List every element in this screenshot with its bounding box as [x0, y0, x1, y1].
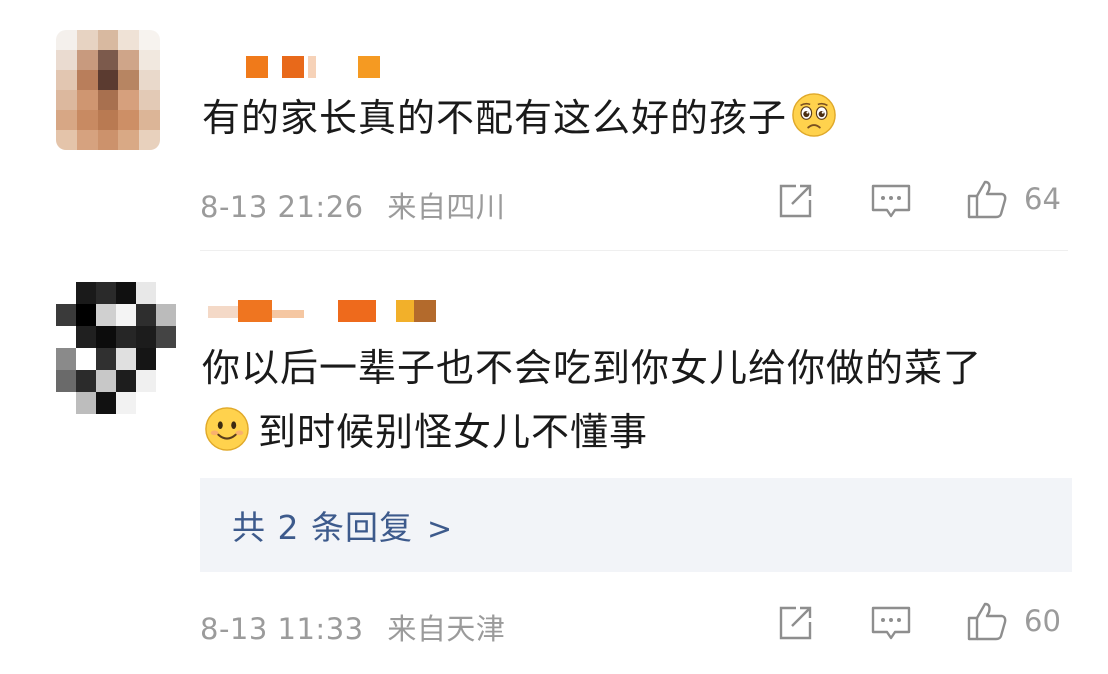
comment-list: 有的家长真的不配有这么好的孩子 8-13 21:26 来自四川 64 你以后一辈…: [0, 0, 1108, 674]
comment-text: 有的家长真的不配有这么好的孩子: [202, 88, 837, 148]
view-replies-link[interactable]: 共 2 条回复 >: [232, 501, 453, 549]
like-count: 64: [1024, 182, 1061, 216]
chevron-right-icon: >: [426, 512, 454, 547]
comment-location: 来自天津: [387, 612, 506, 646]
comment-time: 8-13 21:26: [200, 190, 364, 224]
comment-icon: [871, 184, 911, 218]
thumbs-up-icon: [967, 602, 1007, 641]
share-button[interactable]: [776, 182, 814, 220]
like-button[interactable]: 60: [966, 600, 1061, 642]
comment-text: 你以后一辈子也不会吃到你女儿给你做的菜了: [202, 338, 982, 398]
username-redacted[interactable]: [208, 300, 448, 324]
comment-meta: 8-13 21:26 来自四川: [200, 184, 505, 226]
share-button[interactable]: [776, 604, 814, 642]
thumbs-up-icon: [967, 180, 1007, 219]
username-redacted[interactable]: [246, 56, 386, 80]
comment-text-line-2: 到时候别怪女儿不懂事: [258, 410, 649, 454]
comment-text: 到时候别怪女儿不懂事: [204, 402, 648, 462]
like-count: 60: [1024, 604, 1061, 638]
comment-button[interactable]: [870, 605, 912, 643]
replies-box[interactable]: 共 2 条回复 >: [200, 478, 1072, 572]
comment-button[interactable]: [870, 183, 912, 221]
avatar[interactable]: [56, 282, 176, 414]
comment-text-line-1: 你以后一辈子也不会吃到你女儿给你做的菜了: [202, 346, 983, 390]
share-icon: [779, 184, 812, 218]
comment-location: 来自四川: [387, 190, 506, 224]
comment-divider: [200, 250, 1068, 251]
comment-meta: 8-13 11:33 来自天津: [200, 606, 505, 648]
comment-icon: [871, 606, 911, 640]
avatar[interactable]: [56, 30, 160, 150]
sad-pleading-emoji-icon: [792, 93, 836, 137]
comment-time: 8-13 11:33: [200, 612, 364, 646]
like-button[interactable]: 64: [966, 178, 1061, 220]
share-icon: [779, 606, 812, 640]
smile-emoji-icon: [205, 407, 249, 451]
